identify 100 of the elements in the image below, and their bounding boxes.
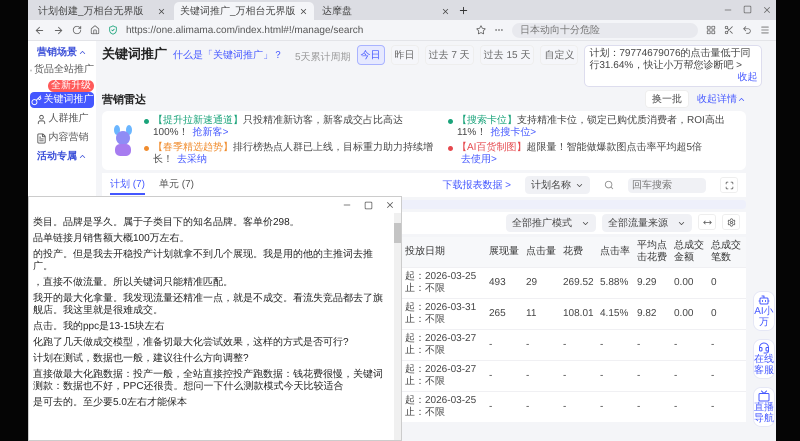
close-icon[interactable] <box>299 6 308 16</box>
home-icon[interactable] <box>90 25 100 35</box>
date-cell: 起：2026-03-25 止：不限 <box>403 391 487 422</box>
refresh-button[interactable]: 换一批 <box>645 90 689 108</box>
assistant-widget[interactable]: 直播导航 <box>753 387 775 427</box>
undo-icon[interactable] <box>742 25 752 35</box>
close-icon[interactable] <box>157 6 166 16</box>
assistant-widget[interactable]: AI小万 <box>753 291 775 331</box>
column-header[interactable]: 点击量 <box>524 237 561 267</box>
collapse-link[interactable]: 收起详情 <box>697 92 746 106</box>
table-cell: - <box>672 360 709 391</box>
address-field[interactable]: https://one.alimama.com/index.html#!/manage/search <box>126 24 364 36</box>
table-cell: 0 <box>709 298 746 329</box>
table-cell: 5.88% <box>598 267 635 298</box>
download-link[interactable]: 下载报表数据 > <box>442 178 511 192</box>
filter-select[interactable]: 计划名称 <box>525 176 590 194</box>
sidebar-group-title[interactable]: 活动专属 <box>37 149 87 163</box>
tab[interactable]: 单元 (7) <box>159 175 194 195</box>
table-cell: - <box>672 391 709 422</box>
reload-icon[interactable] <box>72 25 82 35</box>
table-cell: - <box>635 329 672 360</box>
table-cell: 11 <box>524 298 561 329</box>
scissors-icon[interactable] <box>724 25 734 35</box>
table-cell: 265 <box>487 298 524 329</box>
document-text: 品单链接月销售额大概100万左右。 <box>33 233 191 245</box>
close-icon[interactable] <box>762 5 772 15</box>
date-range-button[interactable]: 昨日 <box>390 45 419 65</box>
column-width-button[interactable] <box>698 214 716 230</box>
date-range-button[interactable]: 自定义 <box>540 45 578 65</box>
date-range-button[interactable]: 过去 7 天 <box>424 45 474 65</box>
action-link[interactable]: 抢搜卡位> <box>490 127 536 138</box>
table-cell: - <box>487 329 524 360</box>
date-range-button[interactable]: 今日 <box>356 45 385 65</box>
radar-tip: 【提升拉新速通道】只投精准新访客，新客成交占比高达100%！ 抢新客> <box>153 115 404 139</box>
column-header[interactable]: 总成交金额 <box>672 237 709 267</box>
tooltip-text: 计划：79774679076的点击量低于同行31.64%，快让小万帮您诊断吧 > <box>589 48 751 71</box>
settings-button[interactable] <box>722 214 740 230</box>
table-cell: - <box>561 329 598 360</box>
search-field[interactable]: 日本动向十分危险 <box>512 22 698 38</box>
browser-tab[interactable]: 计划创建_万相台无界版 <box>32 2 172 20</box>
radar-tip: 【春季精选趋势】排行榜热点人群已上线，目标重力助力持续增长！ 去采纳 <box>153 142 434 166</box>
action-link[interactable]: 抢新客> <box>192 127 228 138</box>
menu-icon[interactable] <box>760 25 770 35</box>
ai-icon <box>758 294 770 306</box>
table-cell: - <box>598 329 635 360</box>
grid-icon[interactable] <box>706 25 716 35</box>
back-icon[interactable] <box>34 24 45 36</box>
fullscreen-icon <box>724 180 734 190</box>
forward-icon[interactable] <box>53 24 64 36</box>
arrows-icon <box>702 218 712 226</box>
assistant-widget[interactable]: 在线客服 <box>753 339 775 379</box>
live-icon <box>758 390 770 402</box>
sidebar-item[interactable]: 货品全站推广 <box>30 62 94 78</box>
fullscreen-button[interactable] <box>720 177 738 193</box>
table-cell: - <box>672 329 709 360</box>
table-cell: - <box>524 360 561 391</box>
new-tab-icon[interactable] <box>458 4 469 16</box>
date-cell: 起：2026-03-27 止：不限 <box>403 329 487 360</box>
table-cell: - <box>635 391 672 422</box>
service-icon <box>758 342 770 354</box>
column-header[interactable]: 投放日期 <box>403 237 487 267</box>
sidebar-item[interactable]: 关键词推广 <box>30 92 94 108</box>
table-cell: - <box>524 391 561 422</box>
document-text: 我开的最大化拿量。我发现流量还精准一点，就是不成交。看流失竞品都去了旗舰店。我这里就是很难成交。 <box>33 293 384 317</box>
column-header[interactable]: 平均点击花费 <box>635 237 672 267</box>
maximize-icon[interactable] <box>364 200 373 210</box>
scrollbar-thumb[interactable] <box>394 223 401 243</box>
browser-tab[interactable]: 达摩盘 <box>316 2 456 20</box>
sidebar-item[interactable]: 内容营销 <box>30 130 94 146</box>
table-cell: - <box>487 360 524 391</box>
collapse-link[interactable]: 收起 <box>737 72 758 84</box>
column-header[interactable]: 展现量 <box>487 237 524 267</box>
action-link[interactable]: 去使用> <box>461 154 497 165</box>
shield-icon <box>108 25 118 35</box>
date-range-button[interactable]: 过去 15 天 <box>480 45 534 65</box>
close-icon[interactable] <box>385 200 395 210</box>
help-link[interactable]: 什么是「关键词推广」？ <box>173 48 283 62</box>
new-badge: 全新升级 <box>48 80 94 92</box>
maximize-icon[interactable] <box>743 5 752 14</box>
table-cell: - <box>561 360 598 391</box>
column-header[interactable]: 点击率 <box>598 237 635 267</box>
key-icon <box>30 94 42 106</box>
filter-select[interactable]: 全部推广模式 <box>506 214 596 232</box>
section-title: 营销雷达 <box>102 92 146 106</box>
search-field[interactable]: 回车搜索 <box>628 178 706 192</box>
sidebar-item[interactable]: 人群推广 <box>30 111 94 127</box>
star-icon[interactable] <box>476 25 486 35</box>
sidebar-group-title[interactable]: 营销场景 <box>37 45 87 59</box>
content-icon <box>36 132 46 144</box>
table-cell: - <box>524 329 561 360</box>
close-icon[interactable] <box>441 6 450 16</box>
column-header[interactable]: 花费 <box>561 237 598 267</box>
user-icon <box>36 114 46 124</box>
column-header[interactable]: 总成交笔数 <box>709 237 746 267</box>
filter-select[interactable]: 全部流量来源 <box>602 214 692 232</box>
action-link[interactable]: 去采纳 <box>177 154 207 165</box>
browser-tab[interactable]: 关键词推广_万相台无界版 <box>174 2 314 20</box>
document-text: 是可去的。至少要5.0左右才能保本 <box>33 397 188 409</box>
document-text: 点击。我的ppc是13-15块左右 <box>33 321 166 333</box>
document-text: 计划在测试，数据也一般，建议往什么方向调整? <box>33 353 250 365</box>
